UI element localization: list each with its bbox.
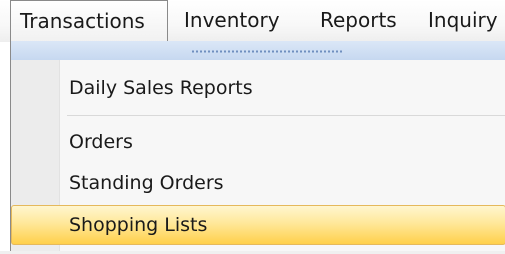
menu-item-label: Shopping Lists xyxy=(69,214,208,236)
menu-item-shopping-lists[interactable]: Shopping Lists xyxy=(11,205,505,245)
menu-reports[interactable]: Reports xyxy=(320,0,397,40)
menu-transactions[interactable]: Transactions xyxy=(10,0,168,42)
menu-item-orders[interactable]: Orders xyxy=(11,122,505,162)
menu-item-label: Standing Orders xyxy=(69,172,224,194)
menu-inventory[interactable]: Inventory xyxy=(184,0,280,40)
menu-separator xyxy=(67,115,505,116)
grip-icon xyxy=(191,50,343,53)
menu-item-standing-orders[interactable]: Standing Orders xyxy=(11,163,505,203)
menu-item-label: Daily Sales Reports xyxy=(69,77,253,99)
menu-bar: Transactions Inventory Reports Inquiry xyxy=(0,0,505,42)
menu-inquiry[interactable]: Inquiry xyxy=(428,0,498,40)
dropdown-grip-bar[interactable] xyxy=(11,41,505,60)
menu-item-label: Orders xyxy=(69,131,133,153)
transactions-dropdown: Daily Sales Reports Orders Standing Orde… xyxy=(10,41,505,254)
menu-item-daily-sales-reports[interactable]: Daily Sales Reports xyxy=(11,68,505,108)
